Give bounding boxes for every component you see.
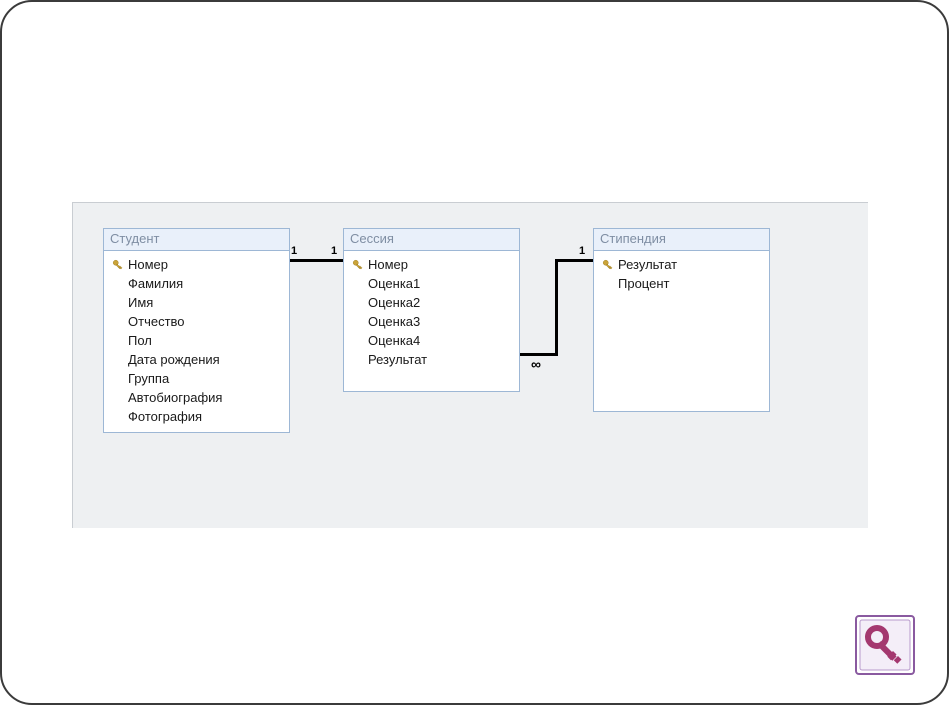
table-field[interactable]: Дата рождения [106,350,287,369]
table-field[interactable]: Группа [106,369,287,388]
table-field[interactable]: Автобиография [106,388,287,407]
slide-frame: 1 1 ∞ 1 Студент Номер Фамилия Имя Отчество П… [0,0,949,705]
table-field-list: Номер Фамилия Имя Отчество Пол Дата рождения Г… [104,251,289,432]
field-name: Оценка2 [366,295,420,310]
table-field[interactable]: Оценка2 [346,293,517,312]
key-spacer [110,391,126,405]
key-spacer [350,315,366,329]
field-name: Группа [126,371,169,386]
field-name: Номер [366,257,408,272]
primary-key-icon [600,258,616,272]
field-name: Результат [616,257,677,272]
table-field[interactable]: Результат [346,350,517,369]
cardinality-label: 1 [331,245,337,257]
table-field[interactable]: Отчество [106,312,287,331]
table-stipend[interactable]: Стипендия Результат Процент [593,228,770,412]
table-field[interactable]: Оценка3 [346,312,517,331]
table-title: Сессия [344,229,519,251]
table-title: Стипендия [594,229,769,251]
ms-access-icon [855,615,915,675]
table-field[interactable]: Фамилия [106,274,287,293]
table-field-list: Результат Процент [594,251,769,411]
key-spacer [350,296,366,310]
table-title: Студент [104,229,289,251]
key-spacer [110,372,126,386]
relation-line[interactable] [555,259,593,262]
key-spacer [600,277,616,291]
field-name: Дата рождения [126,352,220,367]
key-spacer [110,315,126,329]
field-name: Оценка1 [366,276,420,291]
field-name: Процент [616,276,669,291]
cardinality-label: 1 [579,245,585,257]
table-field[interactable]: Оценка4 [346,331,517,350]
key-spacer [110,334,126,348]
primary-key-icon [110,258,126,272]
key-spacer [110,296,126,310]
key-spacer [350,334,366,348]
primary-key-icon [350,258,366,272]
field-name: Автобиография [126,390,222,405]
table-field[interactable]: Результат [596,255,767,274]
key-spacer [110,410,126,424]
key-spacer [110,353,126,367]
cardinality-label: ∞ [531,356,541,372]
relation-line[interactable] [288,259,343,262]
field-name: Оценка3 [366,314,420,329]
table-field-list: Номер Оценка1 Оценка2 Оценка3 Оценка4 Результ… [344,251,519,391]
table-field[interactable]: Номер [106,255,287,274]
field-name: Фамилия [126,276,183,291]
field-name: Оценка4 [366,333,420,348]
field-name: Отчество [126,314,185,329]
table-field[interactable]: Фотография [106,407,287,426]
table-student[interactable]: Студент Номер Фамилия Имя Отчество Пол Дата р… [103,228,290,433]
field-name: Фотография [126,409,202,424]
key-spacer [110,277,126,291]
table-session[interactable]: Сессия Номер Оценка1 Оценка2 Оценка3 Оценка4… [343,228,520,392]
table-field[interactable]: Имя [106,293,287,312]
table-field[interactable]: Пол [106,331,287,350]
field-name: Имя [126,295,153,310]
table-field[interactable]: Оценка1 [346,274,517,293]
field-name: Пол [126,333,152,348]
relationships-canvas[interactable]: 1 1 ∞ 1 Студент Номер Фамилия Имя Отчество П… [72,202,868,528]
table-field[interactable]: Номер [346,255,517,274]
relation-line[interactable] [555,259,558,356]
key-spacer [350,277,366,291]
key-spacer [350,353,366,367]
field-name: Результат [366,352,427,367]
cardinality-label: 1 [291,245,297,257]
table-field[interactable]: Процент [596,274,767,293]
field-name: Номер [126,257,168,272]
